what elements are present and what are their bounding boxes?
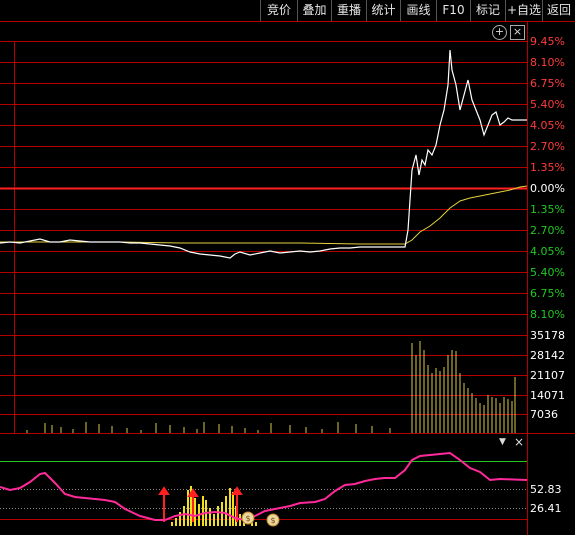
price-label-down: 8.10% [530, 308, 565, 321]
price-label-up: 9.45% [530, 35, 565, 48]
volume-label: 7036 [530, 408, 558, 421]
price-grid [0, 21, 575, 535]
price-label-up: 5.40% [530, 98, 565, 111]
svg-text:$: $ [245, 514, 250, 523]
close-icon[interactable]: × [510, 25, 525, 40]
svg-text:$: $ [270, 516, 275, 525]
close-icon[interactable]: × [514, 435, 524, 449]
price-label-up: 8.10% [530, 56, 565, 69]
money-bag-icon: $ [241, 511, 255, 525]
price-label-down: 5.40% [530, 266, 565, 279]
volume-label: 28142 [530, 349, 565, 362]
average-price-line [0, 185, 528, 245]
price-label-up: 6.75% [530, 77, 565, 90]
indicator-line [0, 451, 528, 522]
price-label-up: 4.05% [530, 119, 565, 132]
volume-label: 35178 [530, 329, 565, 342]
indicator-label: 26.41 [530, 502, 562, 515]
price-label-down: 4.05% [530, 245, 565, 258]
price-label-zero: 0.00% [530, 182, 565, 195]
triangle-down-icon[interactable]: ▼ [499, 437, 506, 447]
price-label-down: 1.35% [530, 203, 565, 216]
price-label-up: 2.70% [530, 140, 565, 153]
volume-bars [26, 341, 516, 433]
money-bag-icon: $ [266, 513, 280, 527]
indicator-label: 52.83 [530, 483, 562, 496]
volume-label: 14071 [530, 389, 565, 402]
price-label-down: 6.75% [530, 287, 565, 300]
price-line [0, 49, 527, 259]
price-label-up: 1.35% [530, 161, 565, 174]
chart-canvas[interactable]: $ $ [0, 0, 575, 535]
price-label-down: 2.70% [530, 224, 565, 237]
plus-circle-icon[interactable]: + [492, 25, 507, 40]
volume-label: 21107 [530, 369, 565, 382]
